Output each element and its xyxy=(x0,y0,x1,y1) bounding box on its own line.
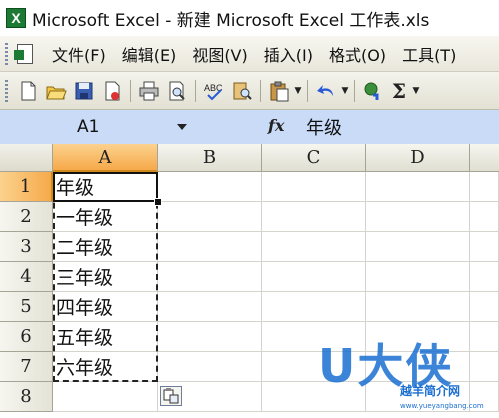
cell-c6[interactable] xyxy=(262,322,366,352)
excel-app-icon[interactable]: X xyxy=(6,8,26,28)
fill-handle[interactable] xyxy=(154,198,162,206)
menu-bar: 文件(F) 编辑(E) 视图(V) 插入(I) 格式(O) 工具(T) xyxy=(0,36,499,72)
cell-e5[interactable] xyxy=(470,292,499,322)
menu-tools[interactable]: 工具(T) xyxy=(394,42,464,66)
new-icon[interactable] xyxy=(16,79,40,103)
cell-d4[interactable] xyxy=(366,262,470,292)
cell-a1[interactable]: 年级 xyxy=(53,172,158,202)
insert-function-icon[interactable]: fx xyxy=(268,116,284,135)
workbook-icon[interactable] xyxy=(14,43,36,65)
column-header-a[interactable]: A xyxy=(53,144,158,172)
row-header-2[interactable]: 2 xyxy=(0,202,53,232)
cell-e8[interactable] xyxy=(470,382,499,412)
cell-c3[interactable] xyxy=(262,232,366,262)
select-all-corner[interactable] xyxy=(0,144,53,172)
cell-a8[interactable] xyxy=(53,382,158,412)
cell-b6[interactable] xyxy=(158,322,262,352)
paste-dropdown-icon[interactable]: ▼ xyxy=(293,79,303,103)
cell-d2[interactable] xyxy=(366,202,470,232)
permission-icon[interactable] xyxy=(100,79,124,103)
toolbar-separator xyxy=(307,79,308,102)
toolbar-separator xyxy=(195,79,196,102)
menu-insert[interactable]: 插入(I) xyxy=(256,42,321,66)
print-icon[interactable] xyxy=(137,79,161,103)
worksheet-grid: A B C D 1 2 3 4 5 6 7 8 年级 一年级 二年级 三年级 四… xyxy=(0,144,499,418)
menu-file[interactable]: 文件(F) xyxy=(44,42,114,66)
cell-d1[interactable] xyxy=(366,172,470,202)
autosum-icon[interactable]: Σ xyxy=(387,79,411,103)
window-title: Microsoft Excel - 新建 Microsoft Excel 工作表… xyxy=(32,10,430,31)
cell-a7[interactable]: 六年级 xyxy=(53,352,158,382)
undo-dropdown-icon[interactable]: ▼ xyxy=(340,79,350,103)
cell-d7[interactable] xyxy=(366,352,470,382)
cell-a4[interactable]: 三年级 xyxy=(53,262,158,292)
cell-d8[interactable] xyxy=(366,382,470,412)
cell-a6[interactable]: 五年级 xyxy=(53,322,158,352)
paste-options-button[interactable] xyxy=(160,386,182,406)
open-icon[interactable] xyxy=(44,79,68,103)
formula-input[interactable]: 年级 xyxy=(300,114,499,140)
menu-format[interactable]: 格式(O) xyxy=(321,42,394,66)
hyperlink-icon[interactable] xyxy=(361,79,385,103)
paste-icon[interactable] xyxy=(267,79,291,103)
row-header-3[interactable]: 3 xyxy=(0,232,53,262)
cell-b1[interactable] xyxy=(158,172,262,202)
cell-c7[interactable] xyxy=(262,352,366,382)
column-header-partial[interactable] xyxy=(470,144,499,172)
cell-c5[interactable] xyxy=(262,292,366,322)
autosum-dropdown-icon[interactable]: ▼ xyxy=(411,79,421,103)
title-bar: X Microsoft Excel - 新建 Microsoft Excel 工… xyxy=(0,0,499,36)
name-box-value: A1 xyxy=(77,117,100,137)
row-header-1[interactable]: 1 xyxy=(0,172,53,202)
print-preview-icon[interactable] xyxy=(165,79,189,103)
cell-c8[interactable] xyxy=(262,382,366,412)
cell-a2[interactable]: 一年级 xyxy=(53,202,158,232)
cell-e6[interactable] xyxy=(470,322,499,352)
cell-d6[interactable] xyxy=(366,322,470,352)
paste-options-icon xyxy=(163,388,179,404)
save-icon[interactable] xyxy=(72,79,96,103)
spelling-icon[interactable]: ABC xyxy=(202,79,226,103)
cell-e7[interactable] xyxy=(470,352,499,382)
row-header-4[interactable]: 4 xyxy=(0,262,53,292)
name-box[interactable]: A1 xyxy=(5,114,193,140)
cell-e1[interactable] xyxy=(470,172,499,202)
cell-e3[interactable] xyxy=(470,232,499,262)
menu-edit[interactable]: 编辑(E) xyxy=(114,42,185,66)
cell-d5[interactable] xyxy=(366,292,470,322)
row-header-7[interactable]: 7 xyxy=(0,352,53,382)
row-header-5[interactable]: 5 xyxy=(0,292,53,322)
cell-c4[interactable] xyxy=(262,262,366,292)
toolbar-separator xyxy=(130,79,131,102)
cell-b4[interactable] xyxy=(158,262,262,292)
toolbar-separator xyxy=(260,79,261,102)
toolbar-separator xyxy=(354,79,355,102)
cell-b5[interactable] xyxy=(158,292,262,322)
formula-bar: A1 fx 年级 xyxy=(0,110,499,144)
cell-a3[interactable]: 二年级 xyxy=(53,232,158,262)
research-icon[interactable] xyxy=(230,79,254,103)
chevron-down-icon[interactable] xyxy=(177,124,187,130)
undo-icon[interactable] xyxy=(314,79,338,103)
menu-bar-grip[interactable] xyxy=(5,42,8,65)
cell-a5[interactable]: 四年级 xyxy=(53,292,158,322)
cell-c2[interactable] xyxy=(262,202,366,232)
menu-view[interactable]: 视图(V) xyxy=(184,42,255,66)
cell-b3[interactable] xyxy=(158,232,262,262)
cell-e2[interactable] xyxy=(470,202,499,232)
cell-c1[interactable] xyxy=(262,172,366,202)
column-header-d[interactable]: D xyxy=(366,144,470,172)
cell-d3[interactable] xyxy=(366,232,470,262)
cell-e4[interactable] xyxy=(470,262,499,292)
standard-toolbar: ABC ▼ ▼ Σ ▼ xyxy=(0,72,499,110)
row-header-8[interactable]: 8 xyxy=(0,382,53,412)
column-header-b[interactable]: B xyxy=(158,144,262,172)
cell-b2[interactable] xyxy=(158,202,262,232)
toolbar-grip[interactable] xyxy=(5,79,8,102)
cell-b7[interactable] xyxy=(158,352,262,382)
row-header-6[interactable]: 6 xyxy=(0,322,53,352)
column-header-c[interactable]: C xyxy=(262,144,366,172)
